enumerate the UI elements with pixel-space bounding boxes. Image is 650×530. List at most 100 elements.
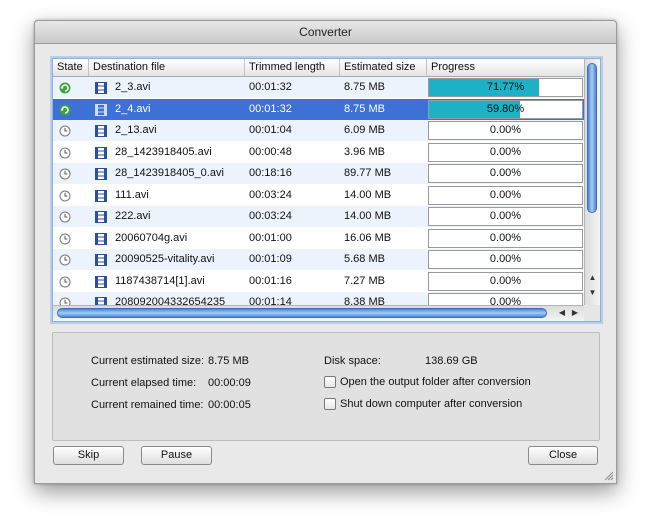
remained-time-label: Current remained time: [91,399,204,411]
converting-icon [59,82,71,94]
conversion-info-panel: Current estimated size: 8.75 MB Current … [52,332,600,441]
progress-bar: 0.00% [428,186,583,205]
shutdown-label[interactable]: Shut down computer after conversion [340,398,522,410]
destination-file-cell: 20060704g.avi [115,232,188,244]
film-icon [95,233,107,245]
table-row[interactable]: 2_3.avi 00:01:32 8.75 MB 71.77% [53,77,584,98]
table-row[interactable]: 2_4.avi 00:01:32 8.75 MB 59.80% [53,99,584,120]
progress-text: 0.00% [489,232,522,244]
table-row[interactable]: 20060704g.avi 00:01:00 16.06 MB 0.00% [53,228,584,249]
film-icon [95,104,107,116]
progress-bar: 0.00% [428,121,583,140]
destination-file-cell: 111.avi [115,189,149,201]
progress-text: 71.77% [486,81,525,93]
state-cell [53,249,89,270]
estimated-size-cell: 5.68 MB [344,253,385,265]
destination-file-cell: 2_4.avi [115,103,151,115]
table-row[interactable]: 111.avi 00:03:24 14.00 MB 0.00% [53,185,584,206]
open-folder-label[interactable]: Open the output folder after conversion [340,376,531,388]
progress-text: 0.00% [489,167,522,179]
film-icon [95,168,107,180]
state-cell [53,271,89,292]
vertical-scrollbar[interactable]: ▲ ▼ [584,59,600,305]
trimmed-length-cell: 00:03:24 [249,210,292,222]
state-cell [53,99,89,120]
progress-text: 0.00% [489,124,522,136]
progress-bar: 71.77% [428,78,583,97]
column-header-state[interactable]: State [53,59,89,76]
progress-text: 0.00% [489,146,522,158]
clock-icon [59,211,71,223]
column-header-trimmed-length[interactable]: Trimmed length [245,59,340,76]
horizontal-scroll-thumb[interactable] [57,308,547,318]
table-row[interactable]: 28_1423918405.avi 00:00:48 3.96 MB 0.00% [53,142,584,163]
film-icon [95,190,107,202]
film-icon [95,276,107,288]
estimated-size-label: Current estimated size: [91,355,205,367]
clock-icon [59,233,71,245]
progress-text: 0.00% [489,210,522,222]
scroll-up-arrow-icon[interactable]: ▲ [585,273,600,283]
remained-time-value: 00:00:05 [208,399,251,411]
trimmed-length-cell: 00:03:24 [249,189,292,201]
column-header-progress[interactable]: Progress [427,59,584,76]
table-row[interactable]: 28_1423918405_0.avi 00:18:16 89.77 MB 0.00% [53,163,584,184]
disk-space-value: 138.69 GB [425,355,478,367]
estimated-size-cell: 6.09 MB [344,124,385,136]
table-row[interactable]: 1187438714[1].avi 00:01:16 7.27 MB 0.00% [53,271,584,292]
estimated-size-cell: 14.00 MB [344,210,392,222]
progress-bar: 0.00% [428,250,583,269]
open-folder-checkbox[interactable] [324,376,336,388]
progress-bar: 0.00% [428,143,583,162]
close-button[interactable]: Close [528,446,598,465]
file-list[interactable]: State Destination file Trimmed length Es… [52,58,601,322]
state-cell [53,142,89,163]
scroll-down-arrow-icon[interactable]: ▼ [585,288,600,298]
trimmed-length-cell: 00:00:48 [249,146,292,158]
state-cell [53,228,89,249]
estimated-size-cell: 8.75 MB [344,81,385,93]
trimmed-length-cell: 00:01:09 [249,253,292,265]
progress-bar: 59.80% [428,100,583,119]
shutdown-checkbox[interactable] [324,398,336,410]
state-cell [53,77,89,98]
vertical-scroll-thumb[interactable] [587,63,597,213]
scroll-left-arrow-icon[interactable]: ◀ [556,306,568,320]
resize-grip-icon[interactable] [603,470,614,481]
estimated-size-cell: 14.00 MB [344,189,392,201]
progress-bar: 0.00% [428,164,583,183]
progress-text: 0.00% [489,275,522,287]
table-row[interactable]: 20090525-vitality.avi 00:01:09 5.68 MB 0.00… [53,249,584,270]
estimated-size-cell: 7.27 MB [344,275,385,287]
clock-icon [59,254,71,266]
scroll-right-arrow-icon[interactable]: ▶ [569,306,581,320]
trimmed-length-cell: 00:01:32 [249,81,292,93]
disk-space-label: Disk space: [324,355,381,367]
trimmed-length-cell: 00:01:32 [249,103,292,115]
trimmed-length-cell: 00:01:16 [249,275,292,287]
estimated-size-cell: 3.96 MB [344,146,385,158]
film-icon [95,211,107,223]
trimmed-length-cell: 00:01:04 [249,124,292,136]
table-row[interactable]: 222.avi 00:03:24 14.00 MB 0.00% [53,206,584,227]
clock-icon [59,125,71,137]
film-icon [95,82,107,94]
destination-file-cell: 20090525-vitality.avi [115,253,215,265]
table-row[interactable]: 2_13.avi 00:01:04 6.09 MB 0.00% [53,120,584,141]
horizontal-scrollbar[interactable]: ◀ ▶ [53,305,584,321]
destination-file-cell: 2_13.avi [115,124,157,136]
clock-icon [59,168,71,180]
trimmed-length-cell: 00:01:00 [249,232,292,244]
state-cell [53,120,89,141]
column-header-estimated-size[interactable]: Estimated size [340,59,427,76]
column-header-destination[interactable]: Destination file [89,59,245,76]
state-cell [53,185,89,206]
estimated-size-value: 8.75 MB [208,355,249,367]
skip-button[interactable]: Skip [53,446,124,465]
converting-icon [59,104,71,116]
clock-icon [59,276,71,288]
converter-window: Converter State Destination file Trimmed… [34,20,617,484]
destination-file-cell: 2_3.avi [115,81,151,93]
pause-button[interactable]: Pause [141,446,212,465]
destination-file-cell: 28_1423918405_0.avi [115,167,224,179]
